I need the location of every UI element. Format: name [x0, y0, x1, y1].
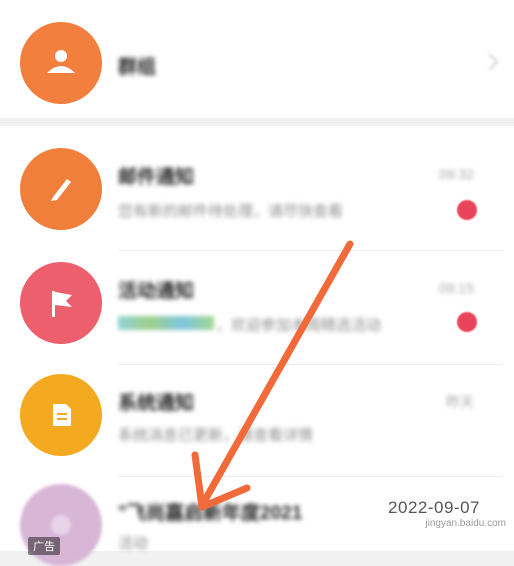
arrow-shaft	[201, 240, 354, 504]
arrow-head	[191, 451, 251, 511]
message-screen: 群组 邮件通知 您有新的邮件待处理，请尽快查看 09:32 活动通知 ，欢迎参加…	[0, 0, 514, 566]
annotation-arrow	[191, 240, 354, 511]
